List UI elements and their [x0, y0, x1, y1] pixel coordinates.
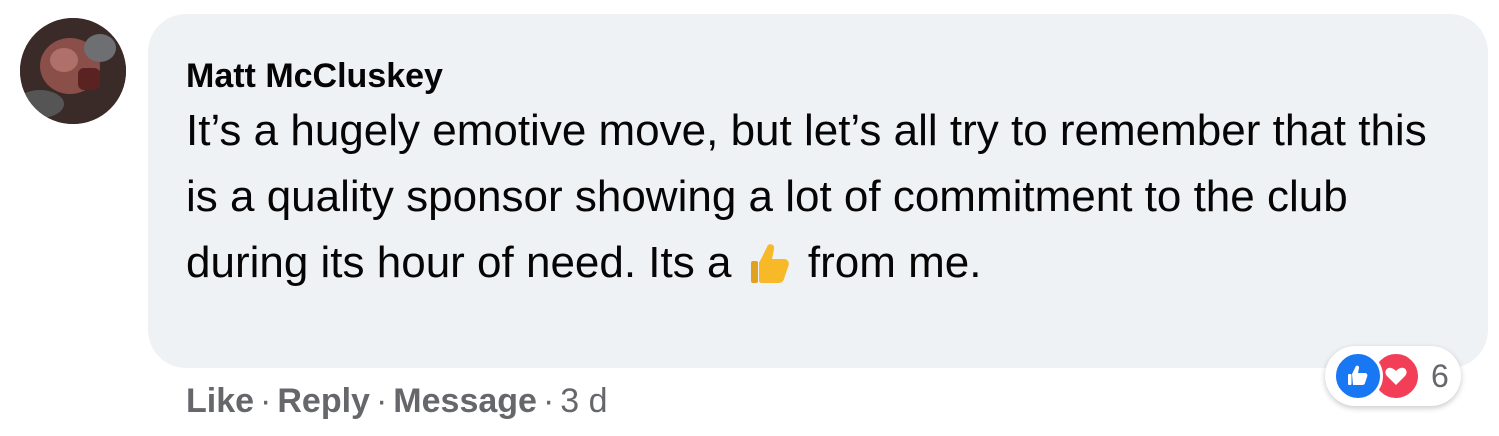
reactions-summary[interactable]: 6	[1325, 346, 1461, 406]
comment-text-end: from me.	[795, 238, 982, 287]
comment-text: It’s a hugely emotive move, but let’s al…	[186, 98, 1446, 296]
reaction-count: 6	[1431, 357, 1449, 394]
thumbs-up-emoji-icon	[746, 239, 794, 287]
comment-timestamp[interactable]: 3 d	[560, 382, 607, 420]
message-button[interactable]: Message	[393, 382, 537, 420]
separator: ·	[542, 382, 555, 420]
separator: ·	[260, 382, 272, 420]
like-button[interactable]: Like	[186, 382, 254, 420]
avatar-photo	[20, 18, 126, 124]
avatar[interactable]	[20, 18, 126, 124]
comment-actions: Like · Reply · Message · 3 d	[186, 378, 608, 424]
separator: ·	[375, 382, 388, 420]
comment-bubble: Matt McCluskey It’s a hugely emotive mov…	[148, 14, 1488, 368]
comment-author[interactable]: Matt McCluskey	[186, 56, 1448, 96]
like-reaction-icon	[1333, 351, 1383, 401]
reply-button[interactable]: Reply	[277, 382, 370, 420]
